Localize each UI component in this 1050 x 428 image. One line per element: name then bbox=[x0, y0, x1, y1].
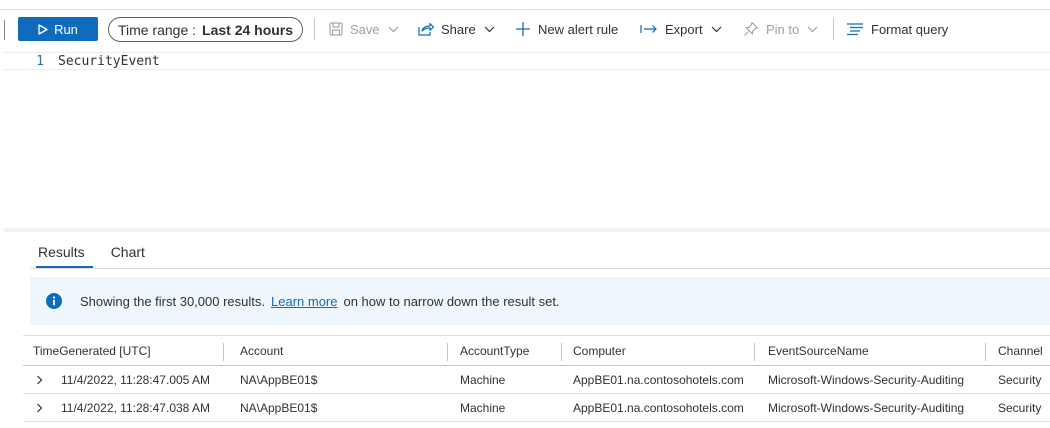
export-button[interactable]: Export bbox=[640, 17, 722, 41]
pin-to-label: Pin to bbox=[766, 21, 800, 37]
cell-account: NA\AppBE01$ bbox=[240, 400, 318, 415]
column-header-account[interactable]: Account bbox=[240, 336, 283, 365]
cell-accounttype: Machine bbox=[460, 400, 506, 415]
cell-accounttype: Machine bbox=[460, 372, 506, 387]
column-header-channel[interactable]: Channel bbox=[998, 336, 1043, 365]
top-border bbox=[0, 0, 1050, 10]
cell-timegenerated: 11/4/2022, 11:28:47.005 AM bbox=[61, 372, 211, 387]
cell-eventsourcename: Microsoft-Windows-Security-Auditing bbox=[768, 372, 965, 387]
editor-line[interactable]: 1 SecurityEvent bbox=[4, 52, 1050, 70]
time-range-button[interactable]: Time range : Last 24 hours bbox=[108, 17, 303, 42]
save-label: Save bbox=[350, 21, 380, 37]
line-number: 1 bbox=[36, 53, 44, 69]
results-grid: TimeGenerated [UTC] Account AccountType … bbox=[23, 335, 1050, 422]
column-header-computer[interactable]: Computer bbox=[573, 336, 626, 365]
info-text-before: Showing the first 30,000 results. bbox=[80, 293, 265, 309]
tab-chart[interactable]: Chart bbox=[103, 238, 153, 268]
left-edge-line bbox=[4, 20, 5, 40]
save-button[interactable]: Save bbox=[329, 17, 399, 41]
column-resize-handle[interactable] bbox=[447, 343, 448, 361]
chevron-down-icon bbox=[807, 26, 818, 33]
editor-results-splitter[interactable] bbox=[4, 228, 1050, 232]
chevron-down-icon bbox=[711, 26, 722, 33]
chevron-right-icon[interactable] bbox=[36, 366, 43, 393]
cell-computer: AppBE01.na.contosohotels.com bbox=[573, 372, 744, 387]
info-text-after: on how to narrow down the result set. bbox=[343, 293, 560, 309]
time-range-prefix: Time range : bbox=[117, 21, 197, 38]
learn-more-link[interactable]: Learn more bbox=[271, 294, 337, 309]
chevron-down-icon bbox=[484, 26, 495, 33]
toolbar-separator bbox=[314, 18, 315, 40]
column-header-timegenerated[interactable]: TimeGenerated [UTC] bbox=[33, 336, 151, 365]
share-label: Share bbox=[441, 21, 476, 37]
new-alert-rule-button[interactable]: New alert rule bbox=[515, 17, 618, 41]
column-resize-handle[interactable] bbox=[223, 343, 224, 361]
cell-eventsourcename: Microsoft-Windows-Security-Auditing bbox=[768, 400, 965, 415]
query-code[interactable]: SecurityEvent bbox=[58, 54, 160, 69]
pin-icon bbox=[743, 21, 759, 37]
table-row[interactable]: 11/4/2022, 11:28:47.005 AM NA\AppBE01$ M… bbox=[23, 366, 1050, 394]
column-resize-handle[interactable] bbox=[985, 343, 986, 361]
run-button[interactable]: Run bbox=[18, 17, 98, 41]
share-button[interactable]: Share bbox=[418, 17, 495, 41]
export-label: Export bbox=[665, 21, 703, 37]
run-label: Run bbox=[54, 21, 78, 37]
chevron-right-icon[interactable] bbox=[36, 394, 43, 421]
info-icon bbox=[46, 293, 62, 309]
plus-icon bbox=[515, 21, 531, 37]
grid-header-row: TimeGenerated [UTC] Account AccountType … bbox=[23, 335, 1050, 366]
cell-account: NA\AppBE01$ bbox=[240, 372, 318, 387]
save-icon bbox=[329, 22, 343, 36]
info-message-bar: Showing the first 30,000 results. Learn … bbox=[30, 277, 1050, 325]
time-range-value: Last 24 hours bbox=[202, 21, 294, 38]
column-header-accounttype[interactable]: AccountType bbox=[460, 336, 529, 365]
new-alert-rule-label: New alert rule bbox=[538, 21, 619, 37]
cell-computer: AppBE01.na.contosohotels.com bbox=[573, 400, 744, 415]
toolbar-separator bbox=[833, 18, 834, 40]
column-header-eventsourcename[interactable]: EventSourceName bbox=[768, 336, 869, 365]
column-resize-handle[interactable] bbox=[754, 343, 755, 361]
format-query-label: Format query bbox=[871, 21, 949, 37]
chevron-down-icon bbox=[388, 26, 399, 33]
tab-results[interactable]: Results bbox=[30, 238, 93, 268]
export-arrow-icon bbox=[640, 23, 658, 35]
cell-timegenerated: 11/4/2022, 11:28:47.038 AM bbox=[61, 400, 211, 415]
share-icon bbox=[418, 22, 434, 36]
format-query-button[interactable]: Format query bbox=[846, 17, 948, 41]
cell-channel: Security bbox=[998, 372, 1042, 387]
table-row[interactable]: 11/4/2022, 11:28:47.038 AM NA\AppBE01$ M… bbox=[23, 394, 1050, 422]
results-tabs: Results Chart bbox=[30, 238, 163, 268]
column-resize-handle[interactable] bbox=[561, 343, 562, 361]
pin-to-button[interactable]: Pin to bbox=[743, 17, 818, 41]
format-lines-icon bbox=[846, 22, 864, 36]
cell-channel: Security bbox=[998, 400, 1042, 415]
query-editor[interactable]: 1 SecurityEvent bbox=[4, 48, 1050, 228]
play-icon bbox=[38, 23, 48, 35]
tabs-divider bbox=[30, 268, 1050, 269]
